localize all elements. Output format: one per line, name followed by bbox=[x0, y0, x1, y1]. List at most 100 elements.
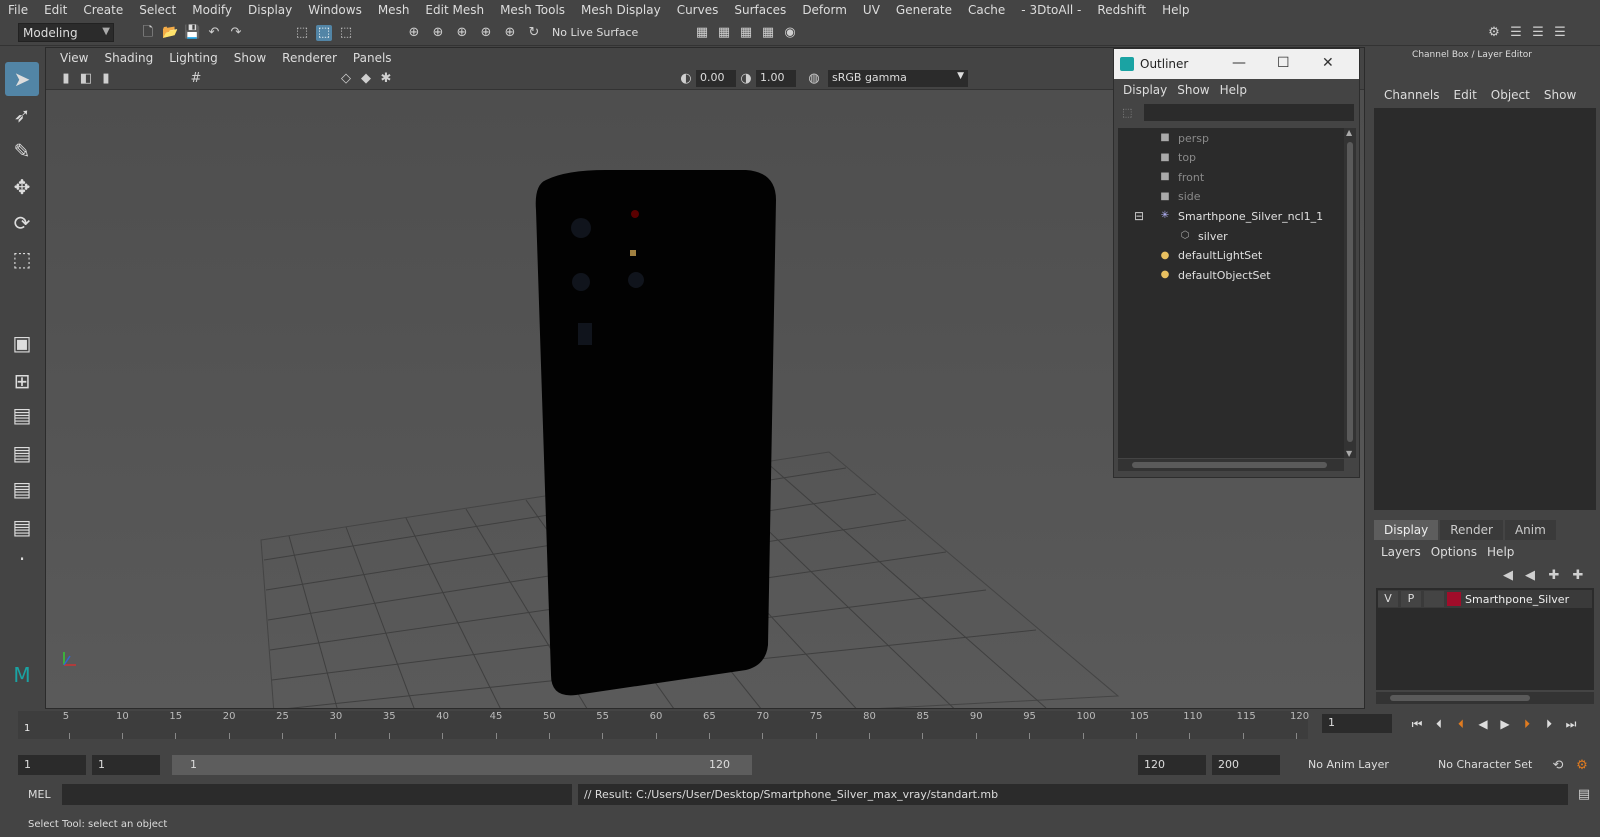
maximize-icon[interactable]: ☐ bbox=[1277, 55, 1290, 71]
animation-start-field[interactable]: 1 bbox=[18, 755, 86, 775]
outliner-item[interactable]: ● defaultObjectSet bbox=[1118, 265, 1342, 285]
mode-selector[interactable]: Modeling ▼ bbox=[18, 23, 114, 42]
menu-generate[interactable]: Generate bbox=[888, 3, 960, 17]
menu-deform[interactable]: Deform bbox=[794, 3, 855, 17]
collapse-icon[interactable]: ⊟ bbox=[1134, 209, 1144, 223]
character-set-selector[interactable]: No Character Set bbox=[1432, 755, 1542, 775]
outliner-item[interactable]: ■ side bbox=[1118, 187, 1342, 207]
animation-prefs-icon[interactable]: ⚙ bbox=[1574, 758, 1590, 774]
toggle-channel-box-icon[interactable]: ☰ bbox=[1552, 25, 1568, 41]
auto-key-icon[interactable]: ⟲ bbox=[1550, 758, 1566, 774]
range-bar[interactable]: 1 120 bbox=[172, 755, 752, 775]
snap-surface-icon[interactable]: ⊕ bbox=[502, 25, 518, 41]
close-icon[interactable]: ✕ bbox=[1322, 55, 1334, 71]
scale-tool-icon[interactable]: ⬚ bbox=[5, 242, 39, 276]
live-surface-field[interactable]: No Live Surface bbox=[552, 23, 654, 42]
single-pane-layout-icon[interactable]: ▣ bbox=[5, 326, 39, 360]
tab-display[interactable]: Display bbox=[1374, 520, 1439, 540]
viewport-menu-renderer[interactable]: Renderer bbox=[274, 51, 345, 65]
move-layer-down-icon[interactable]: ◀ bbox=[1522, 568, 1538, 584]
layer-playback-toggle[interactable]: P bbox=[1401, 591, 1421, 607]
gamma-field[interactable]: 1.00 bbox=[756, 70, 796, 87]
toggle-attribute-editor-icon[interactable]: ☰ bbox=[1508, 25, 1524, 41]
select-tool-icon[interactable]: ➤ bbox=[5, 62, 39, 96]
snap-view-icon[interactable]: ⊕ bbox=[478, 25, 494, 41]
redo-icon[interactable]: ↷ bbox=[228, 25, 244, 41]
filter-icon[interactable]: ⬚ bbox=[1122, 106, 1132, 119]
scroll-up-icon[interactable]: ▲ bbox=[1346, 128, 1352, 137]
paint-select-tool-icon[interactable]: ✎ bbox=[5, 134, 39, 168]
step-back-key-icon[interactable]: ⏴ bbox=[1452, 715, 1470, 733]
menu-select[interactable]: Select bbox=[131, 3, 184, 17]
move-tool-icon[interactable]: ✥ bbox=[5, 170, 39, 204]
grid-toggle-icon[interactable]: # bbox=[188, 71, 204, 87]
playback-end-field[interactable]: 120 bbox=[1138, 755, 1206, 775]
ipr-render-icon[interactable]: ▦ bbox=[738, 25, 754, 41]
layer-menu-layers[interactable]: Layers bbox=[1376, 545, 1426, 559]
menu-mesh-display[interactable]: Mesh Display bbox=[573, 3, 669, 17]
hypershade-layout-icon[interactable]: ▤ bbox=[5, 472, 39, 506]
uv-layout-icon[interactable]: ▤ bbox=[5, 510, 39, 544]
color-management-icon[interactable]: ◍ bbox=[806, 71, 822, 87]
layer-visibility-toggle[interactable]: V bbox=[1378, 591, 1398, 607]
script-editor-icon[interactable]: ▤ bbox=[1576, 787, 1592, 803]
move-layer-up-icon[interactable]: ◀ bbox=[1500, 568, 1516, 584]
smooth-shade-icon[interactable]: ◆ bbox=[358, 71, 374, 87]
play-backwards-icon[interactable]: ◀ bbox=[1474, 715, 1492, 733]
gamma-icon[interactable]: ◑ bbox=[738, 71, 754, 87]
workspace-icon[interactable]: ⚙ bbox=[1486, 25, 1502, 41]
channel-menu-channels[interactable]: Channels bbox=[1377, 88, 1447, 102]
menu-create[interactable]: Create bbox=[75, 3, 131, 17]
viewport-menu-lighting[interactable]: Lighting bbox=[161, 51, 226, 65]
step-forward-frame-icon[interactable]: ⏵ bbox=[1540, 715, 1558, 733]
go-to-start-icon[interactable]: ⏮ bbox=[1408, 715, 1426, 733]
lights-icon[interactable]: ✱ bbox=[378, 71, 394, 87]
viewport-menu-view[interactable]: View bbox=[52, 51, 96, 65]
menu-edit-mesh[interactable]: Edit Mesh bbox=[417, 3, 492, 17]
menu-edit[interactable]: Edit bbox=[36, 3, 75, 17]
toggle-tool-settings-icon[interactable]: ☰ bbox=[1530, 25, 1546, 41]
camera-attributes-icon[interactable]: ◧ bbox=[78, 71, 94, 87]
channel-menu-object[interactable]: Object bbox=[1484, 88, 1537, 102]
new-scene-icon[interactable]: 🗋 bbox=[140, 25, 156, 41]
tab-render[interactable]: Render bbox=[1440, 520, 1503, 540]
menu-3dtoall[interactable]: - 3DtoAll - bbox=[1013, 3, 1089, 17]
render-frame-icon[interactable]: ▦ bbox=[716, 25, 732, 41]
exposure-icon[interactable]: ◐ bbox=[678, 71, 694, 87]
step-forward-key-icon[interactable]: ⏵ bbox=[1518, 715, 1536, 733]
anim-layer-selector[interactable]: No Anim Layer bbox=[1302, 755, 1424, 775]
new-layer-icon[interactable]: ✚ bbox=[1546, 568, 1562, 584]
animation-end-field[interactable]: 200 bbox=[1212, 755, 1280, 775]
outliner-item[interactable]: ■ front bbox=[1118, 167, 1342, 187]
outliner-menu-display[interactable]: Display bbox=[1118, 83, 1172, 97]
menu-file[interactable]: File bbox=[0, 3, 36, 17]
layer-horizontal-scrollbar[interactable] bbox=[1376, 692, 1594, 704]
play-forwards-icon[interactable]: ▶ bbox=[1496, 715, 1514, 733]
save-scene-icon[interactable]: 💾 bbox=[184, 25, 200, 41]
snap-rotate-icon[interactable]: ↻ bbox=[526, 25, 542, 41]
render-settings-icon[interactable]: ▦ bbox=[760, 25, 776, 41]
render-view-icon[interactable]: ▦ bbox=[694, 25, 710, 41]
outliner-menu-show[interactable]: Show bbox=[1172, 83, 1214, 97]
new-layer-selected-icon[interactable]: ✚ bbox=[1570, 568, 1586, 584]
hypershade-icon[interactable]: ◉ bbox=[782, 25, 798, 41]
minimize-icon[interactable]: — bbox=[1232, 55, 1246, 71]
four-pane-layout-icon[interactable]: ⊞ bbox=[5, 364, 39, 398]
layer-menu-help[interactable]: Help bbox=[1482, 545, 1519, 559]
outliner-item[interactable]: ● defaultLightSet bbox=[1118, 246, 1342, 266]
viewport-menu-panels[interactable]: Panels bbox=[345, 51, 400, 65]
menu-windows[interactable]: Windows bbox=[300, 3, 370, 17]
viewport-menu-shading[interactable]: Shading bbox=[96, 51, 161, 65]
menu-modify[interactable]: Modify bbox=[184, 3, 240, 17]
channel-menu-show[interactable]: Show bbox=[1537, 88, 1583, 102]
menu-help[interactable]: Help bbox=[1154, 3, 1197, 17]
select-hierarchy-icon[interactable]: ⬚ bbox=[294, 25, 310, 41]
select-camera-icon[interactable]: ▮ bbox=[58, 71, 74, 87]
outliner-menu-help[interactable]: Help bbox=[1215, 83, 1252, 97]
snap-grid-icon[interactable]: ⊕ bbox=[406, 25, 422, 41]
step-back-frame-icon[interactable]: ⏴ bbox=[1430, 715, 1448, 733]
more-layouts-icon[interactable]: · bbox=[5, 542, 39, 576]
bookmark-icon[interactable]: ▮ bbox=[98, 71, 114, 87]
menu-surfaces[interactable]: Surfaces bbox=[726, 3, 794, 17]
exposure-field[interactable]: 0.00 bbox=[696, 70, 736, 87]
